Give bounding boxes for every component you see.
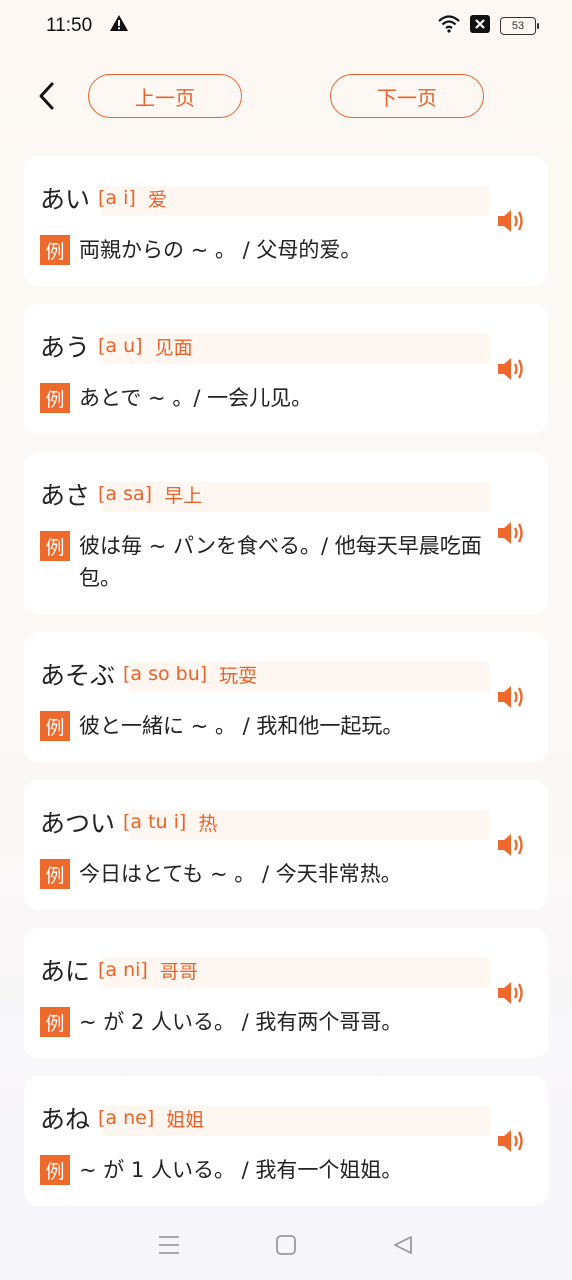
speaker-icon[interactable] [496, 519, 526, 547]
word-row: あい [a i] 爱 [40, 180, 167, 216]
home-key[interactable] [266, 1225, 306, 1265]
word-meaning: 热 [198, 812, 218, 835]
word-text: あう [40, 333, 91, 362]
wifi-icon [438, 14, 460, 38]
word-row: あそぶ [a so bu] 玩耍 [40, 656, 257, 692]
no-sim-icon [470, 14, 490, 38]
example-badge: 例 [40, 531, 70, 561]
word-row: あつい [a tu i] 热 [40, 804, 217, 840]
example-row: 例 ~ が 2 人いる。 / 我有两个哥哥。 [40, 1006, 482, 1038]
example-badge: 例 [40, 1007, 70, 1037]
back-button[interactable] [30, 78, 62, 114]
chevron-left-icon [39, 82, 54, 110]
word-row: あね [a ne] 姐姐 [40, 1100, 204, 1136]
speaker-icon[interactable] [496, 683, 526, 711]
word-reading: [a ne] [98, 1107, 155, 1129]
word-reading: [a tu i] [123, 811, 187, 833]
example-row: 例 彼は毎 ~ パンを食べる。/ 他每天早晨吃面包。 [40, 530, 482, 594]
example-text: ~ が 1 人いる。 / 我有一个姐姐。 [79, 1158, 403, 1182]
example-text: 今日はとても ~ 。 / 今天非常热。 [79, 862, 402, 886]
example-row: 例 両親からの ~ 。 / 父母的爱。 [40, 234, 482, 266]
speaker-icon[interactable] [496, 831, 526, 859]
word-text: あさ [40, 481, 91, 510]
word-reading: [a i] [98, 187, 136, 209]
alert-icon [110, 15, 129, 37]
example-badge: 例 [40, 859, 70, 889]
example-badge: 例 [40, 383, 70, 413]
word-meaning: 玩耍 [219, 664, 258, 687]
word-text: あそぶ [40, 661, 116, 690]
word-reading: [a so bu] [123, 663, 208, 685]
word-text: あつい [40, 809, 116, 838]
word-row: あさ [a sa] 早上 [40, 476, 202, 512]
example-badge: 例 [40, 1155, 70, 1185]
battery-level: 53 [511, 20, 525, 32]
example-text: 彼と一緒に ~ 。 / 我和他一起玩。 [79, 714, 404, 738]
example-row: 例 彼と一緒に ~ 。 / 我和他一起玩。 [40, 710, 482, 742]
word-card[interactable]: あそぶ [a so bu] 玩耍 例 彼と一緒に ~ 。 / 我和他一起玩。 [24, 632, 548, 762]
word-card[interactable]: あさ [a sa] 早上 例 彼は毎 ~ パンを食べる。/ 他每天早晨吃面包。 [24, 452, 548, 614]
word-card[interactable]: あう [a u] 见面 例 あとで ~ 。/ 一会儿见。 [24, 304, 548, 434]
word-reading: [a ni] [98, 959, 148, 981]
word-reading: [a sa] [98, 483, 153, 505]
word-card[interactable]: あつい [a tu i] 热 例 今日はとても ~ 。 / 今天非常热。 [24, 780, 548, 910]
example-row: 例 今日はとても ~ 。 / 今天非常热。 [40, 858, 482, 890]
word-row: あう [a u] 见面 [40, 328, 193, 364]
example-text: 彼は毎 ~ パンを食べる。/ 他每天早晨吃面包。 [79, 534, 482, 590]
example-text: あとで ~ 。/ 一会儿见。 [79, 386, 313, 410]
word-text: あね [40, 1105, 91, 1134]
example-text: 両親からの ~ 。 / 父母的爱。 [79, 238, 362, 262]
example-row: 例 あとで ~ 。/ 一会儿见。 [40, 382, 482, 414]
header: 上一页 下一页 [0, 68, 572, 124]
next-page-button[interactable]: 下一页 [330, 74, 484, 118]
speaker-icon[interactable] [496, 1127, 526, 1155]
speaker-icon[interactable] [496, 979, 526, 1007]
word-reading: [a u] [98, 335, 143, 357]
word-card[interactable]: あね [a ne] 姐姐 例 ~ が 1 人いる。 / 我有一个姐姐。 [24, 1076, 548, 1206]
word-text: あい [40, 185, 91, 214]
menu-key[interactable] [149, 1225, 189, 1265]
word-meaning: 早上 [164, 484, 203, 507]
home-icon [276, 1235, 296, 1255]
example-badge: 例 [40, 235, 70, 265]
word-meaning: 姐姐 [166, 1108, 205, 1131]
word-meaning: 爱 [147, 188, 167, 211]
word-card[interactable]: あい [a i] 爱 例 両親からの ~ 。 / 父母的爱。 [24, 156, 548, 286]
example-row: 例 ~ が 1 人いる。 / 我有一个姐姐。 [40, 1154, 482, 1186]
back-key[interactable] [383, 1225, 423, 1265]
status-bar: 11:50 53 [0, 0, 572, 52]
triangle-back-icon [394, 1236, 413, 1254]
speaker-icon[interactable] [496, 207, 526, 235]
status-time: 11:50 [46, 15, 93, 36]
battery-icon: 53 [500, 17, 539, 35]
word-meaning: 哥哥 [159, 960, 198, 983]
word-text: あに [40, 957, 91, 986]
word-row: あに [a ni] 哥哥 [40, 952, 198, 988]
system-nav-bar [0, 1210, 572, 1280]
prev-page-button[interactable]: 上一页 [88, 74, 242, 118]
example-text: ~ が 2 人いる。 / 我有两个哥哥。 [79, 1010, 403, 1034]
example-badge: 例 [40, 711, 70, 741]
menu-icon [158, 1236, 179, 1254]
word-meaning: 见面 [154, 336, 193, 359]
speaker-icon[interactable] [496, 355, 526, 383]
word-card[interactable]: あに [a ni] 哥哥 例 ~ が 2 人いる。 / 我有两个哥哥。 [24, 928, 548, 1058]
